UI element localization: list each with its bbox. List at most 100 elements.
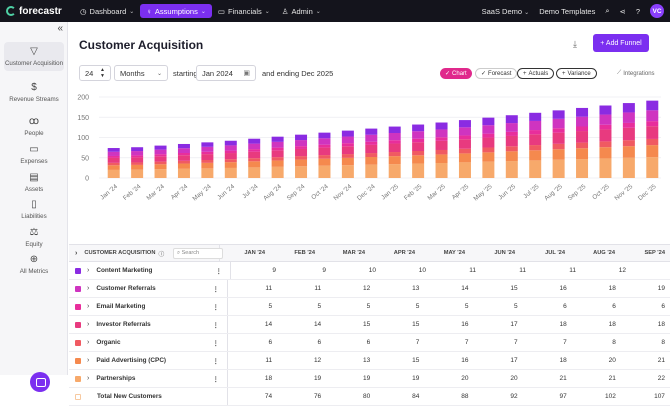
value-cell[interactable]: 21 (621, 357, 670, 364)
value-cell[interactable]: 20 (474, 375, 523, 382)
bar-segment[interactable] (107, 155, 120, 158)
bar-segment[interactable] (505, 123, 518, 132)
bar-segment[interactable] (388, 140, 401, 144)
bar-segment[interactable] (505, 135, 518, 147)
bar-segment[interactable] (529, 145, 542, 151)
add-funnel-button[interactable]: + Add Funnel (593, 34, 649, 52)
bar-segment[interactable] (177, 143, 190, 149)
bar-segment[interactable] (646, 100, 659, 111)
app-logo[interactable]: forecastr (0, 6, 74, 17)
bar-segment[interactable] (552, 110, 565, 119)
value-cell[interactable]: 102 (572, 393, 621, 400)
bar-segment[interactable] (341, 154, 354, 158)
bar-segment[interactable] (365, 128, 378, 135)
bar-segment[interactable] (412, 131, 425, 139)
table-row[interactable]: › Paid Advertising (CPC) ⋮ 11 12 13 15 16 17 18 20… (69, 352, 670, 370)
bar-segment[interactable] (458, 139, 471, 149)
bar-segment[interactable] (177, 148, 190, 153)
bar-segment[interactable] (458, 127, 471, 136)
bar-segment[interactable] (295, 140, 308, 147)
bar-segment[interactable] (154, 145, 167, 150)
value-cell[interactable]: 107 (621, 393, 670, 400)
value-cell[interactable]: 5 (326, 303, 375, 310)
bar-segment[interactable] (505, 115, 518, 124)
bar-segment[interactable] (248, 161, 261, 168)
value-cell[interactable]: 18 (572, 285, 621, 292)
info-icon[interactable]: ⓘ (158, 249, 164, 258)
bar-segment[interactable] (552, 159, 565, 178)
bar-segment[interactable] (201, 160, 214, 163)
bar-segment[interactable] (482, 133, 495, 138)
value-cell[interactable]: 6 (277, 339, 326, 346)
bar-segment[interactable] (435, 122, 448, 130)
bar-segment[interactable] (529, 150, 542, 161)
value-cell[interactable]: 19 (621, 285, 670, 292)
sidebar-item-customer-acquisition[interactable]: ▽ Customer Acquisition (4, 42, 64, 71)
search-icon[interactable]: ⌕ (605, 6, 609, 16)
bar-segment[interactable] (318, 165, 331, 178)
value-cell[interactable]: 11 (431, 267, 481, 274)
value-cell[interactable]: 21 (523, 375, 572, 382)
sidebar-item-expenses[interactable]: ▭ Expenses (4, 144, 64, 165)
bar-segment[interactable] (412, 163, 425, 178)
chevron-right-icon[interactable]: › (87, 357, 89, 364)
bar-segment[interactable] (341, 130, 354, 137)
bar-segment[interactable] (646, 157, 659, 178)
bar-segment[interactable] (622, 112, 635, 123)
bar-segment[interactable] (482, 137, 495, 148)
table-row[interactable]: › Content Marketing ⋮ 9 9 10 10 11 11 11 12 (69, 262, 670, 280)
bar-segment[interactable] (435, 154, 448, 164)
bar-segment[interactable] (646, 126, 659, 139)
bar-segment[interactable] (529, 120, 542, 131)
value-cell[interactable]: 9 (281, 267, 331, 274)
value-cell[interactable]: 17 (474, 357, 523, 364)
bar-segment[interactable] (201, 142, 214, 147)
period-unit-select[interactable]: Months ⌄ (114, 65, 168, 81)
kebab-menu-icon[interactable]: ⋮ (216, 267, 223, 275)
bar-segment[interactable] (154, 156, 167, 162)
value-cell[interactable]: 7 (474, 339, 523, 346)
bar-segment[interactable] (248, 143, 261, 150)
kebab-menu-icon[interactable]: ⋮ (212, 321, 219, 329)
bar-segment[interactable] (271, 150, 284, 158)
bar-segment[interactable] (576, 159, 589, 178)
bar-segment[interactable] (365, 144, 378, 154)
bar-segment[interactable] (529, 130, 542, 135)
value-cell[interactable]: 15 (474, 285, 523, 292)
bar-segment[interactable] (107, 151, 120, 156)
value-cell[interactable]: 5 (375, 303, 424, 310)
bar-segment[interactable] (295, 148, 308, 157)
bar-segment[interactable] (365, 157, 378, 165)
value-cell[interactable]: 6 (326, 339, 375, 346)
table-row[interactable]: › Customer Referrals ⋮ 11 11 12 13 14 15 16 18 19 (69, 280, 670, 298)
table-row[interactable]: › Partnerships ⋮ 18 19 19 19 20 20 21 21 22 (69, 370, 670, 388)
bar-segment[interactable] (529, 160, 542, 178)
bar-segment[interactable] (599, 147, 612, 159)
bar-segment[interactable] (388, 156, 401, 165)
bar-segment[interactable] (505, 161, 518, 178)
kebab-menu-icon[interactable]: ⋮ (212, 375, 219, 383)
value-cell[interactable]: 7 (424, 339, 473, 346)
bar-segment[interactable] (646, 138, 659, 146)
bar-segment[interactable] (131, 169, 144, 178)
value-cell[interactable]: 11 (531, 267, 581, 274)
bar-segment[interactable] (177, 160, 190, 164)
bar-segment[interactable] (458, 120, 471, 128)
bar-segment[interactable] (295, 134, 308, 141)
bar-segment[interactable] (552, 143, 565, 150)
value-cell[interactable]: 13 (375, 285, 424, 292)
bar-segment[interactable] (552, 128, 565, 133)
value-cell[interactable]: 12 (326, 285, 375, 292)
bar-segment[interactable] (201, 151, 214, 155)
bar-segment[interactable] (412, 142, 425, 152)
value-cell[interactable]: 14 (228, 321, 277, 328)
bar-segment[interactable] (646, 121, 659, 127)
bar-segment[interactable] (295, 146, 308, 149)
bar-segment[interactable] (365, 134, 378, 142)
bar-segment[interactable] (576, 107, 589, 117)
sidebar-item-all-metrics[interactable]: ⊕ All Metrics (4, 254, 64, 275)
bar-segment[interactable] (388, 126, 401, 133)
chevron-right-icon[interactable]: › (87, 267, 89, 274)
bar-segment[interactable] (224, 140, 237, 146)
bar-segment[interactable] (201, 162, 214, 169)
